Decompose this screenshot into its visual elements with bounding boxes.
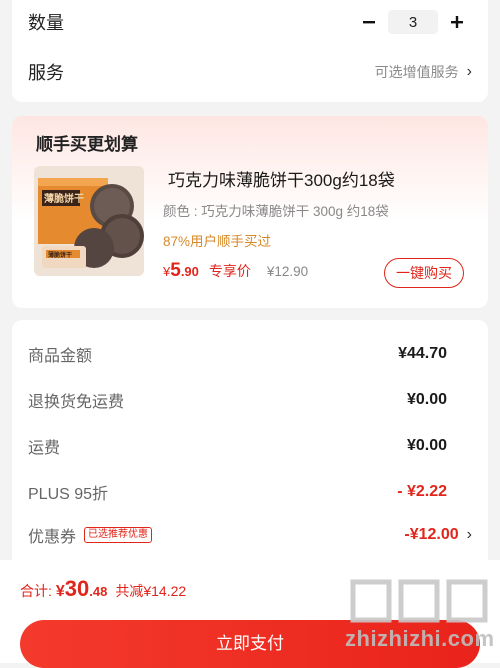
summary-label: 商品金额 [28, 348, 93, 365]
total-symbol: ¥ [55, 583, 65, 600]
svg-text:薄脆饼干: 薄脆饼干 [44, 192, 84, 205]
coupon-selector[interactable]: -¥12.00 › [404, 526, 472, 544]
quantity-stepper[interactable]: 3 [354, 8, 472, 36]
product-name[interactable]: 巧克力味薄脆饼干300g约18袋 [168, 166, 395, 191]
total-int: 30 [64, 576, 90, 601]
bundle-title: 顺手买更划算 [36, 135, 138, 154]
total-line: 合计: ¥ 30 .48 共减¥14.22 [20, 576, 186, 602]
summary-label: 优惠券 [28, 529, 77, 546]
plus-icon[interactable] [442, 8, 472, 36]
summary-row-shipping: 运费 ¥0.00 [28, 434, 472, 458]
original-price: ¥12.90 [266, 264, 309, 279]
summary-value: - ¥2.22 [397, 483, 447, 500]
quantity-label: 数量 [28, 13, 64, 33]
pay-now-label: 立即支付 [216, 633, 284, 653]
quantity-service-card: 数量 3 服务 可选增值服务 › [12, 0, 488, 102]
svg-text:薄脆饼干: 薄脆饼干 [48, 251, 72, 259]
summary-row-goods: 商品金额 ¥44.70 [28, 342, 472, 366]
summary-value: ¥44.70 [398, 345, 447, 362]
pay-now-button[interactable]: 立即支付 [20, 620, 480, 668]
service-label: 服务 [28, 63, 64, 83]
price-summary-card: 商品金额 ¥44.70 退换货免运费 ¥0.00 运费 ¥0.00 PLUS 9… [12, 320, 488, 580]
chevron-right-icon: › [466, 63, 472, 80]
service-selector[interactable]: 可选增值服务 › [375, 62, 472, 82]
product-color: 颜色 : 巧克力味薄脆饼干 300g 约18袋 [163, 204, 389, 219]
summary-row-return-shipping: 退换货免运费 ¥0.00 [28, 388, 472, 412]
chevron-right-icon: › [466, 526, 472, 543]
exclusive-tag: 专享价 [208, 263, 251, 279]
summary-row-plus-discount: PLUS 95折 - ¥2.22 [28, 480, 472, 504]
service-row[interactable]: 服务 可选增值服务 › [28, 58, 472, 86]
coupon-label-group: 优惠券 已选推荐优惠 [28, 523, 153, 547]
summary-row-coupon[interactable]: 优惠券 已选推荐优惠 -¥12.00 › [28, 523, 472, 547]
price-dec: .90 [180, 264, 199, 279]
checkout-bar: 合计: ¥ 30 .48 共减¥14.22 立即支付 [0, 560, 500, 668]
summary-value: -¥12.00 [404, 526, 459, 543]
total-reduce: 共减¥14.22 [115, 583, 187, 599]
bundle-card: 顺手买更划算 薄脆饼干 薄脆饼干 巧克力味薄脆饼干300g约18袋 颜色 : 巧… [12, 116, 488, 308]
quantity-row: 数量 3 [28, 8, 472, 36]
price-int: 5 [170, 260, 181, 281]
product-price: ¥ 5 .90 专享价 ¥12.90 [163, 260, 308, 282]
total-label: 合计: [20, 583, 52, 599]
summary-value: ¥0.00 [406, 437, 447, 454]
service-hint: 可选增值服务 [374, 64, 459, 80]
summary-label: PLUS 95折 [28, 486, 109, 503]
total-dec: .48 [89, 584, 108, 599]
coupon-badge: 已选推荐优惠 [84, 527, 153, 543]
one-click-buy-button[interactable]: 一键购买 [384, 258, 464, 288]
summary-label: 退换货免运费 [28, 394, 125, 411]
buy-rate: 87%用户顺手买过 [163, 234, 272, 249]
minus-icon[interactable] [354, 8, 384, 36]
product-image[interactable]: 薄脆饼干 薄脆饼干 [34, 166, 144, 276]
summary-label: 运费 [28, 440, 61, 457]
summary-value: ¥0.00 [406, 391, 447, 408]
price-symbol: ¥ [163, 264, 171, 279]
quantity-value[interactable]: 3 [388, 10, 438, 34]
